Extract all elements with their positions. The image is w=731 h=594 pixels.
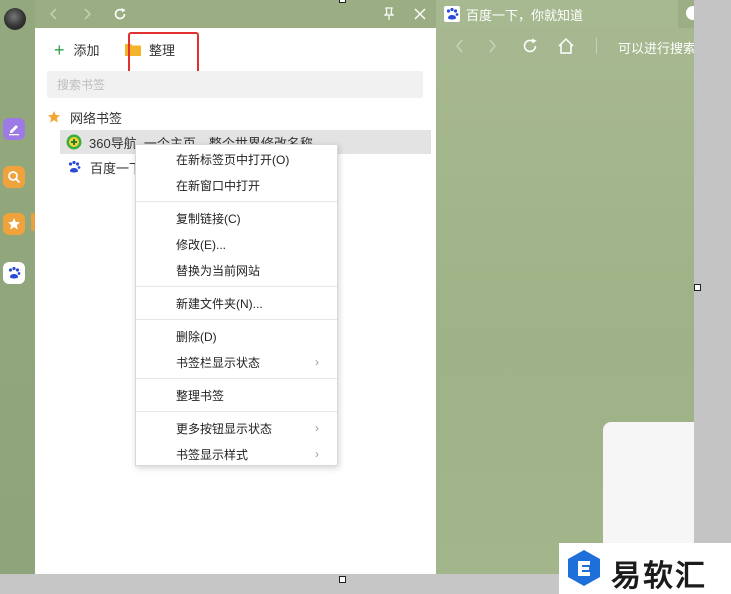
add-label: 添加 xyxy=(73,43,100,58)
menu-item-label: 修改(E)... xyxy=(176,237,226,252)
menu-item-label: 新建文件夹(N)... xyxy=(176,296,263,311)
menu-item-label: 书签显示样式 xyxy=(176,447,249,462)
close-icon[interactable] xyxy=(410,4,430,24)
menu-separator xyxy=(136,201,337,202)
menu-item-new-folder[interactable]: 新建文件夹(N)... xyxy=(136,291,337,315)
menu-item-bookmark-style[interactable]: 书签显示样式 › xyxy=(136,442,337,466)
resize-handle-right[interactable] xyxy=(694,284,701,291)
menu-item-label: 在新窗口中打开 xyxy=(176,178,261,193)
chevron-right-icon: › xyxy=(315,447,319,461)
menu-item-label: 替换为当前网站 xyxy=(176,263,261,278)
menu-separator xyxy=(136,286,337,287)
edit-icon[interactable] xyxy=(3,118,25,140)
browser-pane: 百度一下，你就知道 可以进行搜索 xyxy=(436,0,700,574)
menu-item-delete[interactable]: 删除(D) xyxy=(136,324,337,348)
menu-separator xyxy=(136,319,337,320)
bookmark-toolbar: + 添加 整理 xyxy=(35,28,436,68)
chevron-right-icon: › xyxy=(315,355,319,369)
add-bookmark-button[interactable]: + 添加 xyxy=(54,40,100,59)
left-rail xyxy=(0,0,35,574)
refresh-icon[interactable] xyxy=(520,36,540,56)
divider xyxy=(596,38,597,54)
menu-item-label: 更多按钮显示状态 xyxy=(176,421,273,436)
watermark-text: 易软汇 xyxy=(611,559,707,594)
menu-item-label: 在新标签页中打开(O) xyxy=(176,152,290,167)
back-icon[interactable] xyxy=(450,36,470,56)
menu-item-edit[interactable]: 修改(E)... xyxy=(136,232,337,256)
forward-icon[interactable] xyxy=(482,36,502,56)
folder-network-bookmarks[interactable]: 网络书签 xyxy=(35,105,436,129)
menu-item-label: 复制链接(C) xyxy=(176,211,241,226)
tab-title: 百度一下，你就知道 xyxy=(466,7,584,23)
pin-icon[interactable] xyxy=(379,4,399,24)
search-icon[interactable] xyxy=(3,166,25,188)
menu-item-more-button-state[interactable]: 更多按钮显示状态 › xyxy=(136,416,337,440)
menu-item-organize-bookmarks[interactable]: 整理书签 xyxy=(136,383,337,407)
folder-label: 网络书签 xyxy=(70,110,123,126)
context-menu: 在新标签页中打开(O) 在新窗口中打开 复制链接(C) 修改(E)... 替换为… xyxy=(135,144,338,466)
brand-logo-icon xyxy=(568,550,600,586)
baidu-paw-icon xyxy=(444,6,460,22)
nav-bar: 可以进行搜索 xyxy=(436,28,696,64)
highlight-annotation xyxy=(128,32,199,76)
menu-separator xyxy=(136,378,337,379)
bookmark-search-input[interactable] xyxy=(47,71,423,98)
menu-item-open-new-tab[interactable]: 在新标签页中打开(O) xyxy=(136,147,337,171)
menu-item-label: 整理书签 xyxy=(176,388,225,403)
chevron-right-icon: › xyxy=(315,421,319,435)
address-bar[interactable]: 可以进行搜索 xyxy=(618,38,696,57)
baidu-paw-icon xyxy=(68,160,81,173)
outer-gray-strip xyxy=(694,0,731,594)
menu-item-copy-link[interactable]: 复制链接(C) xyxy=(136,206,337,230)
back-icon[interactable] xyxy=(44,4,64,24)
resize-handle-top[interactable] xyxy=(339,0,346,3)
watermark: 易软汇 xyxy=(559,543,731,594)
resize-handle-bottom[interactable] xyxy=(339,576,346,583)
menu-item-open-new-window[interactable]: 在新窗口中打开 xyxy=(136,173,337,197)
star-icon xyxy=(48,111,60,123)
menu-item-label: 删除(D) xyxy=(176,329,217,344)
baidu-paw-icon[interactable] xyxy=(3,262,25,284)
panel-topbar xyxy=(35,0,436,28)
home-icon[interactable] xyxy=(556,36,576,56)
star-icon[interactable] xyxy=(3,213,25,235)
360-nav-icon xyxy=(66,134,82,150)
menu-item-label: 书签栏显示状态 xyxy=(176,355,261,370)
menu-item-replace-current[interactable]: 替换为当前网站 xyxy=(136,258,337,282)
plus-icon: + xyxy=(54,39,65,60)
tab-baidu[interactable]: 百度一下，你就知道 xyxy=(436,0,678,28)
tab-bar: 百度一下，你就知道 xyxy=(436,0,700,28)
forward-icon[interactable] xyxy=(77,4,97,24)
avatar[interactable] xyxy=(4,8,26,30)
menu-item-bookmark-bar-state[interactable]: 书签栏显示状态 › xyxy=(136,350,337,374)
menu-separator xyxy=(136,411,337,412)
refresh-icon[interactable] xyxy=(110,4,130,24)
